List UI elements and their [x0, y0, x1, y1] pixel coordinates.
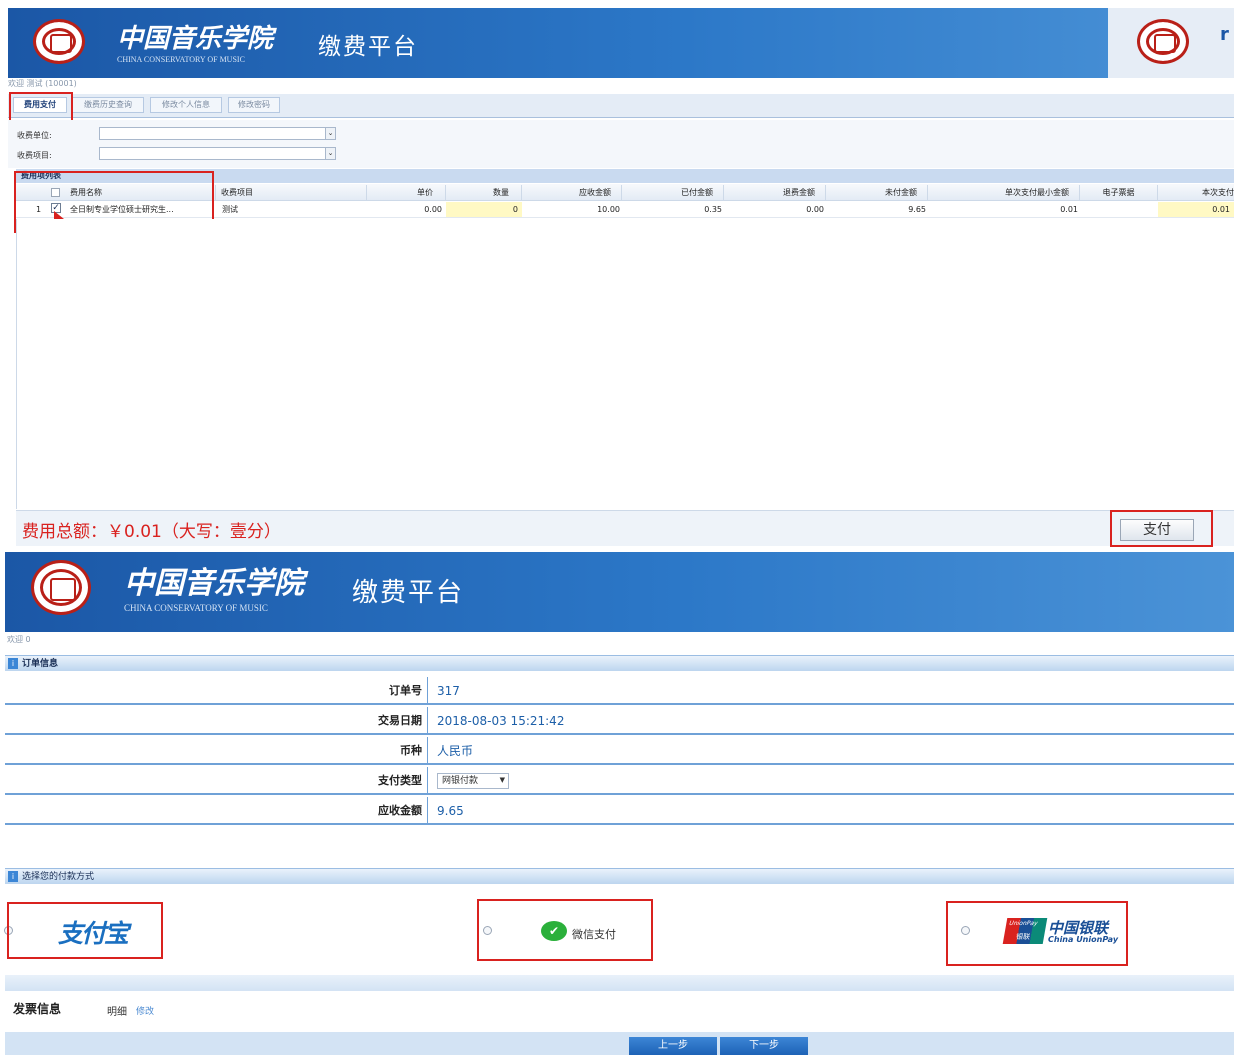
button-bar	[5, 1032, 1234, 1055]
school-seal-logo	[33, 19, 85, 64]
tab-payment-history[interactable]: 缴费历史查询	[72, 97, 144, 113]
col-paid: 已付金额	[622, 185, 724, 200]
col-receivable: 应收金额	[522, 185, 622, 200]
field-row-currency: 币种 人民币	[5, 737, 1234, 765]
item-select[interactable]: ⌄	[99, 147, 336, 160]
school-name-cn-2: 中国音乐学院	[124, 566, 304, 601]
invoice-label: 发票信息	[13, 1002, 62, 1016]
school-seal-logo-2	[31, 560, 91, 615]
row-fee-item: 测试	[222, 205, 238, 214]
highlight-tab	[9, 92, 73, 122]
receivable-label: 应收金额	[378, 804, 422, 817]
invoice-value: 明细	[107, 1007, 127, 1018]
welcome-text: 欢迎 测试 (10001)	[8, 79, 77, 88]
platform-title-2: 缴费平台	[352, 578, 465, 608]
col-unpaid: 未付金额	[826, 185, 928, 200]
info-icon: i	[8, 871, 18, 882]
highlight-alipay	[7, 902, 163, 959]
pay-type-select[interactable]: 网银付款 ▼	[437, 773, 509, 789]
row-divider	[427, 737, 428, 765]
highlight-pay-button	[1110, 510, 1213, 547]
table-body	[16, 219, 1234, 509]
row-this-pay[interactable]: 0.01	[1158, 202, 1234, 217]
field-row-order-no: 订单号 317	[5, 677, 1234, 705]
platform-title: 缴费平台	[318, 34, 418, 60]
col-quantity: 数量	[446, 185, 522, 200]
chevron-down-icon: ⌄	[325, 148, 335, 159]
unit-select[interactable]: ⌄	[99, 127, 336, 140]
field-row-pay-type: 支付类型 网银付款 ▼	[5, 767, 1234, 795]
pay-type-value: 网银付款	[442, 776, 479, 786]
row-unpaid: 9.65	[908, 205, 926, 214]
next-step-button[interactable]: 下一步	[720, 1037, 808, 1055]
currency-label: 币种	[400, 744, 422, 757]
receivable-value: 9.65	[437, 804, 464, 818]
school-name-en: CHINA CONSERVATORY OF MUSIC	[117, 55, 245, 64]
school-name-cn: 中国音乐学院	[117, 24, 274, 54]
welcome-text-2: 欢迎 0	[7, 635, 31, 644]
prev-step-button[interactable]: 上一步	[629, 1037, 717, 1055]
info-icon: i	[8, 658, 18, 669]
row-paid: 0.35	[704, 205, 722, 214]
item-label: 收费项目:	[17, 151, 52, 160]
invoice-edit-link[interactable]: 修改	[136, 1004, 154, 1017]
row-refund: 0.00	[806, 205, 824, 214]
caret-down-icon: ▼	[499, 776, 505, 784]
order-section-title: 订单信息	[22, 659, 59, 669]
date-value: 2018-08-03 15:21:42	[437, 714, 565, 728]
method-section-title: 选择您的付款方式	[22, 872, 95, 882]
total-amount: 费用总额：￥0.01（大写：壹分）	[22, 522, 281, 542]
order-section-header: i 订单信息	[5, 655, 1234, 671]
row-divider	[427, 767, 428, 795]
date-label: 交易日期	[378, 714, 422, 727]
tab-change-password[interactable]: 修改密码	[228, 97, 280, 113]
order-no-label: 订单号	[389, 684, 422, 697]
col-fee-item: 收费项目	[221, 185, 367, 200]
order-no-value: 317	[437, 684, 460, 698]
highlight-wechat	[477, 899, 653, 961]
method-section-header: i 选择您的付款方式	[5, 868, 1234, 884]
row-unit-price: 0.00	[424, 205, 442, 214]
col-this-pay: 本次支付	[1202, 188, 1234, 197]
currency-value: 人民币	[437, 744, 474, 758]
field-row-receivable: 应收金额 9.65	[5, 797, 1234, 825]
field-row-date: 交易日期 2018-08-03 15:21:42	[5, 707, 1234, 735]
col-e-invoice: 电子票据	[1080, 185, 1158, 200]
row-quantity[interactable]: 0	[446, 202, 522, 217]
col-refund: 退费金额	[724, 185, 826, 200]
row-min-pay: 0.01	[1060, 205, 1078, 214]
divider-band	[5, 975, 1234, 991]
col-min-pay: 单次支付最小金额	[928, 185, 1080, 200]
chevron-down-icon: ⌄	[325, 128, 335, 139]
row-receivable: 10.00	[597, 205, 620, 214]
school-seal-logo-right	[1137, 19, 1189, 64]
col-unit-price: 单价	[370, 185, 446, 200]
row-e-invoice	[1080, 202, 1158, 217]
school-name-partial: r	[1220, 24, 1229, 40]
school-name-en-2: CHINA CONSERVATORY OF MUSIC	[124, 603, 268, 613]
highlight-unionpay	[946, 901, 1128, 966]
unit-label: 收费单位:	[17, 131, 52, 140]
tab-edit-profile[interactable]: 修改个人信息	[150, 97, 222, 113]
row-divider	[427, 707, 428, 735]
row-divider	[427, 797, 428, 825]
pay-type-label: 支付类型	[378, 774, 422, 787]
row-divider	[427, 677, 428, 705]
